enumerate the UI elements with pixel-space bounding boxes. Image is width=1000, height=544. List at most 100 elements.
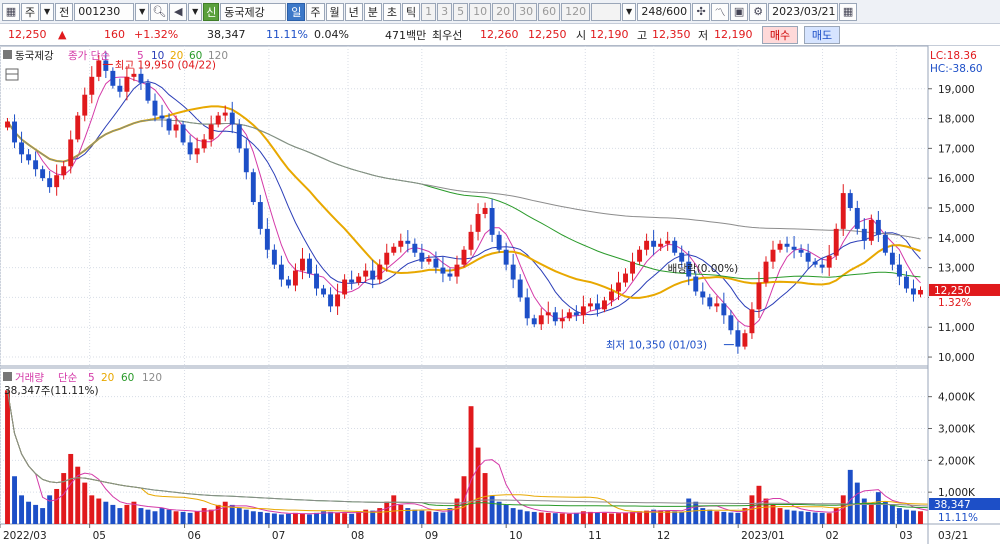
candle-body (208, 124, 214, 140)
volume-bar (770, 504, 776, 524)
price-legend-name: 동국제강 (15, 50, 54, 62)
candle-body (110, 70, 116, 86)
volume-ma5-line (7, 390, 928, 515)
vol-legend-ma60: 60 (121, 372, 134, 384)
candle-body (391, 246, 397, 253)
date-tick-label: 06 (188, 530, 202, 542)
candle-body (173, 124, 179, 131)
candle-body (12, 121, 17, 143)
candle-body (763, 261, 769, 283)
volume-bar (166, 509, 172, 524)
candle-body (833, 228, 839, 256)
moving-average-lines (6, 76, 921, 328)
candle-body (440, 267, 446, 274)
volume-bar (307, 514, 312, 524)
volume-bar (531, 511, 537, 524)
volume-bar (868, 504, 874, 524)
volume-bar (707, 509, 713, 524)
volume-bar (124, 504, 130, 524)
volume-bar (12, 476, 17, 524)
volume-bar (609, 513, 614, 524)
volume-tick-label: 1,000K (938, 487, 976, 499)
volume-bar (82, 482, 88, 524)
candle-body (700, 291, 706, 298)
candle-body (89, 76, 95, 95)
candle-body (250, 172, 256, 203)
candle-body (665, 240, 671, 244)
candle-body (405, 240, 411, 244)
candle-body (791, 246, 797, 250)
candle-body (398, 240, 404, 247)
volume-ma20-line (7, 390, 928, 513)
candle-body (819, 264, 825, 268)
candle-body (721, 303, 727, 316)
volume-bar (889, 504, 895, 524)
candle-body (222, 112, 228, 116)
candle-body (468, 231, 474, 250)
low-annotation-text: 최저 10,350 (01/03) (606, 340, 707, 352)
volume-bar (328, 511, 334, 524)
candle-body (882, 234, 888, 253)
candle-body (75, 115, 81, 140)
volume-bar (412, 509, 418, 524)
candle-body (166, 118, 172, 131)
volume-bar (566, 513, 572, 524)
volume-bar (623, 512, 628, 524)
volume-bar (510, 508, 516, 524)
volume-axis: 1,000K 2,000K 3,000K 4,000K (928, 392, 976, 499)
volume-bar (180, 511, 186, 524)
candle-body (798, 249, 804, 253)
candle-body (68, 139, 74, 167)
chart-canvas[interactable]: 10,00011,00012,00013,00014,00015,00016,0… (0, 0, 1000, 544)
candle-body (215, 115, 221, 125)
volume-bar (545, 512, 551, 524)
volume-bar (215, 504, 221, 524)
current-pct-tag-text: 1.32% (938, 297, 971, 309)
vol-legend-ma120: 120 (142, 372, 162, 384)
candle-body (236, 124, 242, 149)
volume-panel-menu-icon[interactable] (3, 372, 12, 381)
volume-bar (503, 504, 509, 524)
candle-body (861, 228, 867, 241)
candle-body (573, 312, 579, 316)
candle-body (433, 258, 439, 268)
candle-body (26, 154, 32, 161)
volume-bar (159, 508, 165, 524)
volume-bar (847, 469, 853, 524)
volume-legend-series: 단순 (58, 372, 78, 384)
volume-bar (173, 511, 179, 524)
volume-bar (194, 511, 200, 524)
ma5-line (7, 76, 921, 328)
candle-body (145, 82, 151, 101)
price-axis: 10,00011,00012,00013,00014,00015,00016,0… (928, 84, 975, 364)
candle-body (777, 243, 783, 250)
candle-body (609, 291, 614, 301)
volume-bar (454, 498, 460, 524)
candle-body (454, 264, 460, 277)
candle-body (419, 252, 425, 262)
low-annotation: 최저 10,350 (01/03) (606, 340, 734, 352)
volume-bar (791, 510, 797, 524)
volume-bar (349, 513, 355, 524)
candle-body (707, 297, 713, 307)
high-annotation-text: 최고 19,950 (04/22) (115, 59, 216, 71)
candle-body (559, 318, 565, 322)
volume-bar (145, 509, 151, 524)
volume-bar (271, 513, 277, 524)
volume-bar (475, 447, 481, 524)
candle-body (658, 243, 664, 247)
candle-body (503, 249, 509, 265)
volume-bar (208, 509, 214, 524)
volume-bar (784, 509, 790, 524)
candle-body (602, 300, 607, 310)
candle-body (889, 252, 895, 265)
candle-body (152, 100, 158, 116)
high-annotation: 최고 19,950 (04/22) (102, 59, 216, 71)
volume-bar (735, 512, 741, 524)
candle-body (475, 213, 481, 232)
candle-body (96, 60, 102, 77)
volume-bar (40, 508, 46, 524)
candle-body (693, 276, 699, 292)
panel-menu-icon[interactable] (3, 50, 12, 59)
candle-body (896, 264, 902, 277)
